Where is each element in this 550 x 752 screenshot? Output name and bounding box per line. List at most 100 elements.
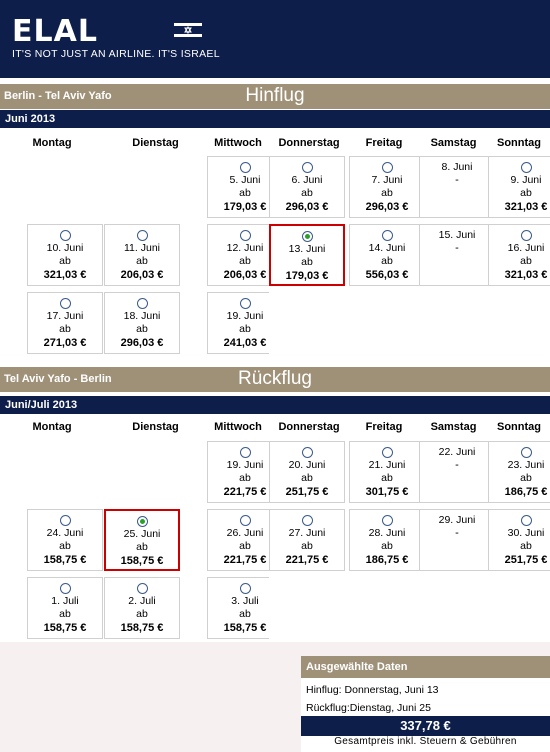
return-price: 186,75 € (504, 486, 548, 498)
outbound-day-cell[interactable]: 13. Juni ab 179,03 € (269, 224, 345, 286)
outbound-price: 321,03 € (43, 269, 87, 281)
return-no-flight: - (455, 527, 459, 539)
outbound-date-radio[interactable] (381, 230, 393, 241)
outbound-price: 179,03 € (285, 270, 329, 282)
outbound-weekday-dienstag: Dienstag (132, 137, 179, 149)
return-day-cell[interactable]: 20. Juni ab 251,75 € (269, 441, 345, 503)
return-from-label: ab (301, 540, 313, 552)
return-day-cell[interactable]: 25. Juni ab 158,75 € (104, 509, 180, 571)
star-of-david-icon (174, 23, 202, 37)
outbound-date-radio[interactable] (136, 230, 148, 241)
return-date-radio[interactable] (136, 583, 148, 594)
return-date-radio[interactable] (239, 583, 251, 594)
outbound-date-radio[interactable] (136, 298, 148, 309)
elal-logo[interactable]: ELAL (12, 14, 98, 49)
outbound-date-radio[interactable] (520, 230, 532, 241)
outbound-date-radio[interactable] (59, 230, 71, 241)
return-date-label: 20. Juni (288, 459, 326, 471)
return-route: Tel Aviv Yafo - Berlin (4, 373, 112, 385)
outbound-empty-cell (488, 292, 550, 354)
outbound-day-cell[interactable]: 17. Juni ab 271,03 € (27, 292, 103, 354)
outbound-price: 556,03 € (365, 269, 409, 281)
return-date-radio[interactable] (520, 515, 532, 526)
outbound-day-cell[interactable]: 6. Juni ab 296,03 € (269, 156, 345, 218)
return-from-label: ab (381, 540, 393, 552)
return-weekday-donnerstag: Donnerstag (278, 421, 340, 433)
return-day-cell[interactable]: 28. Juni ab 186,75 € (349, 509, 425, 571)
outbound-day-cell[interactable]: 9. Juni ab 321,03 € (488, 156, 550, 218)
return-date-radio[interactable] (59, 583, 71, 594)
return-from-label: ab (59, 540, 71, 552)
outbound-from-label: ab (381, 255, 393, 267)
tagline: IT'S NOT JUST AN AIRLINE. IT'S ISRAEL (12, 48, 220, 60)
outbound-date-radio[interactable] (239, 162, 251, 173)
outbound-weekday-montag: Montag (32, 137, 72, 149)
return-date-radio[interactable] (301, 447, 313, 458)
outbound-date-radio[interactable] (59, 298, 71, 309)
outbound-date-radio[interactable] (239, 230, 251, 241)
outbound-weekday-sonntag: Sonntag (497, 137, 541, 149)
outbound-date-label: 10. Juni (46, 242, 84, 254)
return-day-cell[interactable]: 23. Juni ab 186,75 € (488, 441, 550, 503)
return-weekday-samstag: Samstag (430, 421, 477, 433)
outbound-date-label: 8. Juni (441, 161, 473, 173)
outbound-empty-cell (349, 292, 425, 354)
return-date-radio[interactable] (381, 447, 393, 458)
return-day-cell[interactable]: 24. Juni ab 158,75 € (27, 509, 103, 571)
return-date-radio[interactable] (239, 447, 251, 458)
return-date-radio[interactable] (301, 515, 313, 526)
return-empty-cell (349, 577, 425, 639)
outbound-date-radio[interactable] (301, 231, 313, 242)
return-date-label: 2. Juli (128, 595, 156, 607)
outbound-price: 271,03 € (43, 337, 87, 349)
return-day-cell[interactable]: 1. Juli ab 158,75 € (27, 577, 103, 639)
return-day-cell[interactable]: 2. Juli ab 158,75 € (104, 577, 180, 639)
outbound-from-label: ab (136, 323, 148, 335)
outbound-day-cell[interactable]: 14. Juni ab 556,03 € (349, 224, 425, 286)
return-day-cell[interactable]: 27. Juni ab 221,75 € (269, 509, 345, 571)
return-empty-cell (269, 577, 345, 639)
outbound-date-radio[interactable] (520, 162, 532, 173)
outbound-day-cell[interactable]: 16. Juni ab 321,03 € (488, 224, 550, 286)
outbound-from-label: ab (381, 187, 393, 199)
return-date-label: 24. Juni (46, 527, 84, 539)
summary-total-price: 337,78 € (301, 716, 550, 736)
return-date-label: 23. Juni (507, 459, 545, 471)
return-price: 158,75 € (120, 622, 164, 634)
outbound-from-label: ab (520, 187, 532, 199)
outbound-empty-cell (269, 292, 345, 354)
outbound-day-cell[interactable]: 11. Juni ab 206,03 € (104, 224, 180, 286)
return-from-label: ab (136, 608, 148, 620)
outbound-from-label: ab (301, 187, 313, 199)
return-day-cell[interactable]: 21. Juni ab 301,75 € (349, 441, 425, 503)
outbound-date-radio[interactable] (301, 162, 313, 173)
return-date-radio[interactable] (520, 447, 532, 458)
summary-return: Rückflug:Dienstag, Juni 25 (306, 702, 431, 714)
return-date-label: 28. Juni (368, 527, 406, 539)
outbound-price: 296,03 € (285, 201, 329, 213)
outbound-date-label: 15. Juni (438, 229, 476, 241)
return-date-radio[interactable] (239, 515, 251, 526)
return-weekday-freitag: Freitag (365, 421, 403, 433)
return-date-radio[interactable] (136, 516, 148, 527)
return-date-radio[interactable] (381, 515, 393, 526)
outbound-day-cell[interactable]: 7. Juni ab 296,03 € (349, 156, 425, 218)
return-price: 186,75 € (365, 554, 409, 566)
return-no-flight: - (455, 459, 459, 471)
outbound-empty-cell (419, 292, 495, 354)
outbound-date-radio[interactable] (239, 298, 251, 309)
outbound-date-label: 6. Juni (291, 174, 323, 186)
return-date-radio[interactable] (59, 515, 71, 526)
outbound-date-radio[interactable] (381, 162, 393, 173)
return-month: Juni/Juli 2013 (5, 399, 78, 411)
return-from-label: ab (381, 472, 393, 484)
outbound-from-label: ab (520, 255, 532, 267)
outbound-day-cell[interactable]: 18. Juni ab 296,03 € (104, 292, 180, 354)
return-day-cell: 22. Juni - (419, 441, 495, 503)
summary-outbound: Hinflug: Donnerstag, Juni 13 (306, 684, 439, 696)
outbound-day-cell[interactable]: 10. Juni ab 321,03 € (27, 224, 103, 286)
outbound-empty-cell (27, 156, 103, 218)
return-date-label: 21. Juni (368, 459, 406, 471)
return-day-cell[interactable]: 30. Juni ab 251,75 € (488, 509, 550, 571)
return-month-bar: Juni/Juli 2013 (0, 396, 550, 414)
